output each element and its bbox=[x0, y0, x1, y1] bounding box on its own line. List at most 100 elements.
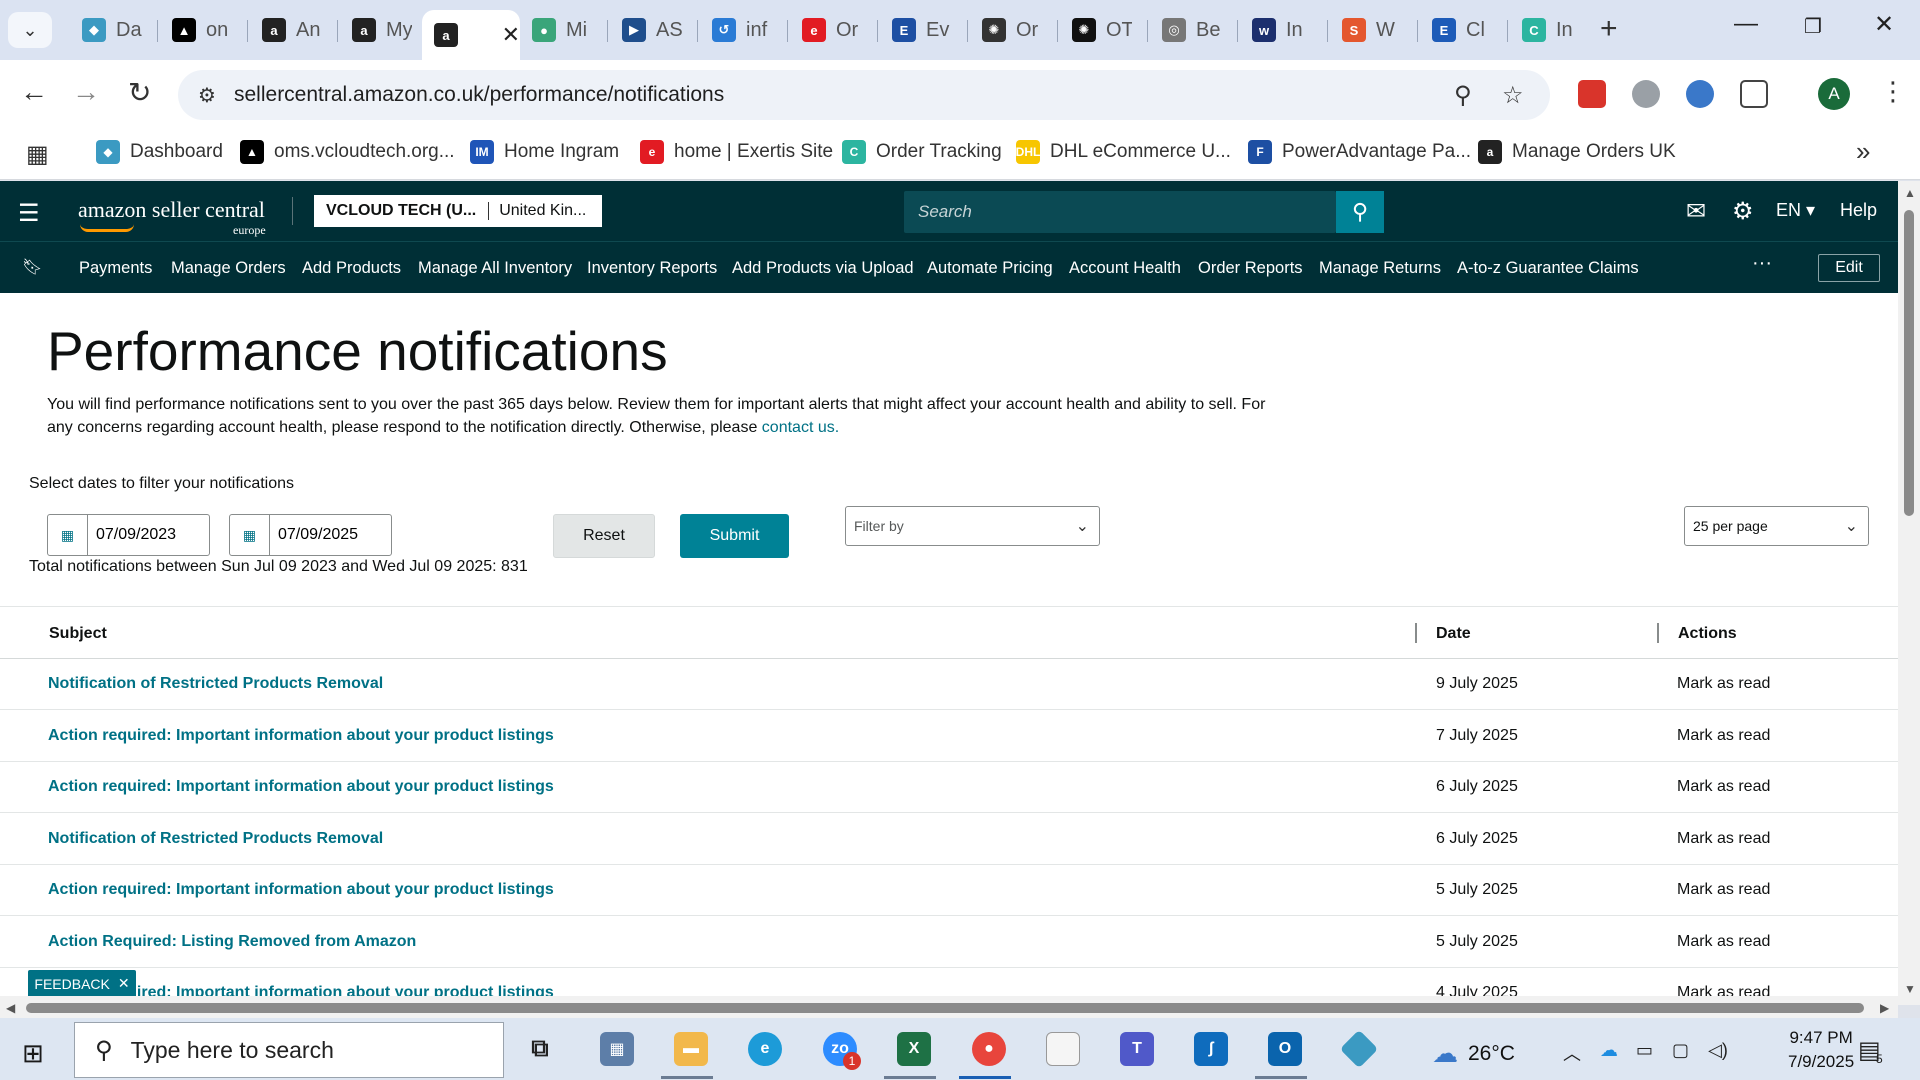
onedrive-icon[interactable]: ☁ bbox=[1600, 1040, 1618, 1061]
bookmark-item[interactable]: ◆ Dashboard bbox=[96, 140, 223, 164]
outlook-icon[interactable]: O bbox=[1268, 1032, 1302, 1066]
browser-tab[interactable]: ◆ Da bbox=[70, 10, 158, 50]
browser-tab[interactable]: ◎ Be bbox=[1150, 10, 1238, 50]
teams-icon[interactable]: T bbox=[1120, 1032, 1154, 1066]
extension-icon[interactable] bbox=[1686, 80, 1714, 108]
forward-button[interactable]: → bbox=[72, 76, 100, 108]
browser-tab[interactable]: a ✕ bbox=[422, 10, 520, 60]
mark-as-read-link[interactable]: Mark as read bbox=[1677, 727, 1770, 745]
dashboard-app-icon[interactable] bbox=[1339, 1029, 1379, 1069]
pdf-extension-icon[interactable] bbox=[1578, 80, 1606, 108]
excel-icon[interactable]: X bbox=[897, 1032, 931, 1066]
close-window-button[interactable]: ✕ bbox=[1874, 10, 1894, 39]
browser-tab[interactable]: SW bbox=[1330, 10, 1418, 50]
column-date[interactable]: Date bbox=[1436, 625, 1471, 643]
file-explorer-icon[interactable]: ▬ bbox=[674, 1032, 708, 1066]
profile-avatar[interactable]: A bbox=[1818, 78, 1850, 110]
calculator-icon[interactable]: ▦ bbox=[600, 1032, 634, 1066]
date-to-input[interactable] bbox=[270, 516, 390, 554]
scroll-up-arrow[interactable]: ▲ bbox=[1904, 186, 1916, 200]
date-from-input[interactable] bbox=[88, 516, 208, 554]
taskbar-search-input[interactable] bbox=[130, 1036, 451, 1064]
bookmark-item[interactable]: ▲ oms.vcloudtech.org... bbox=[240, 140, 455, 164]
browser-tab[interactable]: ✺ Or bbox=[970, 10, 1058, 50]
apps-grid-icon[interactable]: ▦ bbox=[26, 140, 49, 169]
volume-icon[interactable]: ◁) bbox=[1708, 1040, 1728, 1061]
gear-icon[interactable]: ⚙ bbox=[1732, 197, 1754, 226]
restore-button[interactable]: ❐ bbox=[1804, 14, 1822, 39]
nav-item-a-to-z-guarantee-claims[interactable]: A-to-z Guarantee Claims bbox=[1457, 259, 1639, 278]
nav-item-manage-returns[interactable]: Manage Returns bbox=[1319, 259, 1441, 278]
notification-subject-link[interactable]: Action required: Important information a… bbox=[48, 778, 554, 796]
nav-item-account-health[interactable]: Account Health bbox=[1069, 259, 1181, 278]
search-button[interactable]: ⚲ bbox=[1336, 191, 1384, 233]
mark-as-read-link[interactable]: Mark as read bbox=[1677, 830, 1770, 848]
account-switcher[interactable]: VCLOUD TECH (U... United Kin... bbox=[314, 195, 602, 227]
filter-by-select[interactable]: Filter by ⌄ bbox=[845, 506, 1100, 546]
scroll-right-arrow[interactable]: ▶ bbox=[1880, 1001, 1889, 1015]
browser-tab[interactable]: ↺ inf bbox=[700, 10, 788, 50]
contact-us-link[interactable]: contact us. bbox=[762, 419, 839, 436]
puzzle-icon[interactable] bbox=[1740, 80, 1768, 108]
close-tab-icon[interactable]: ✕ bbox=[502, 22, 520, 48]
scroll-left-arrow[interactable]: ◀ bbox=[6, 1001, 15, 1015]
tab-search-button[interactable]: ⌄ bbox=[8, 12, 52, 48]
chevron-up-icon[interactable]: ︿ bbox=[1563, 1040, 1581, 1066]
bookmark-item[interactable]: C Order Tracking bbox=[842, 140, 1002, 164]
globe-extension-icon[interactable] bbox=[1632, 80, 1660, 108]
reload-button[interactable]: ↻ bbox=[128, 76, 151, 109]
edge-icon[interactable]: e bbox=[748, 1032, 782, 1066]
bookmark-item[interactable]: a Manage Orders UK bbox=[1478, 140, 1676, 164]
per-page-select[interactable]: 25 per page ⌄ bbox=[1684, 506, 1869, 546]
battery-icon[interactable]: ▭ bbox=[1636, 1040, 1653, 1061]
address-bar[interactable]: ⚙ sellercentral.amazon.co.uk/performance… bbox=[178, 70, 1550, 120]
system-clock[interactable]: 9:47 PM 7/9/2025 bbox=[1788, 1026, 1854, 1074]
network-icon[interactable]: ▢ bbox=[1672, 1040, 1689, 1061]
notification-subject-link[interactable]: Notification of Restricted Products Remo… bbox=[48, 830, 383, 848]
column-subject[interactable]: Subject bbox=[49, 625, 107, 643]
language-selector[interactable]: EN ▾ bbox=[1776, 200, 1815, 221]
nav-edit-button[interactable]: Edit bbox=[1818, 254, 1880, 282]
chrome-menu-icon[interactable]: ⋮ bbox=[1880, 76, 1906, 107]
mark-as-read-link[interactable]: Mark as read bbox=[1677, 881, 1770, 899]
more-bookmarks-button[interactable]: » bbox=[1856, 136, 1870, 167]
calendar-icon[interactable]: ▦ bbox=[48, 515, 88, 555]
minimize-button[interactable]: — bbox=[1734, 10, 1758, 38]
mark-as-read-link[interactable]: Mark as read bbox=[1677, 778, 1770, 796]
mail-icon[interactable]: ✉ bbox=[1686, 197, 1706, 226]
nav-item-manage-all-inventory[interactable]: Manage All Inventory bbox=[418, 259, 572, 278]
submit-button[interactable]: Submit bbox=[680, 514, 789, 558]
nav-item-automate-pricing[interactable]: Automate Pricing bbox=[927, 259, 1053, 278]
taskbar-search[interactable]: ⚲ bbox=[74, 1022, 504, 1078]
browser-tab[interactable]: C In bbox=[1510, 10, 1598, 50]
search-input[interactable] bbox=[904, 191, 1334, 233]
nav-more-button[interactable]: ··· bbox=[1752, 252, 1772, 275]
browser-tab[interactable]: ✺ OT bbox=[1060, 10, 1148, 50]
browser-tab[interactable]: a An bbox=[250, 10, 338, 50]
notepad-icon[interactable] bbox=[1046, 1032, 1080, 1066]
notification-subject-link[interactable]: Notification of Restricted Products Remo… bbox=[48, 675, 383, 693]
vertical-scroll-thumb[interactable] bbox=[1904, 210, 1914, 516]
windows-start-icon[interactable]: ⊞ bbox=[22, 1038, 44, 1069]
browser-tab[interactable]: w In bbox=[1240, 10, 1328, 50]
notification-subject-link[interactable]: Action required: Important information a… bbox=[48, 727, 554, 745]
back-button[interactable]: ← bbox=[20, 76, 48, 108]
notification-subject-link[interactable]: Action required: Important information a… bbox=[48, 881, 554, 899]
nav-item-order-reports[interactable]: Order Reports bbox=[1198, 259, 1303, 278]
browser-tab[interactable]: ▲ on bbox=[160, 10, 248, 50]
zoom-icon[interactable]: ⚲ bbox=[1454, 81, 1472, 110]
bookmark-item[interactable]: DHL DHL eCommerce U... bbox=[1016, 140, 1231, 164]
help-link[interactable]: Help bbox=[1840, 200, 1877, 221]
script-app-icon[interactable]: ʃ bbox=[1194, 1032, 1228, 1066]
browser-tab[interactable]: e Or bbox=[790, 10, 878, 50]
bookmark-star-icon[interactable]: ☆ bbox=[1502, 81, 1524, 110]
chrome-icon[interactable]: ● bbox=[972, 1032, 1006, 1066]
browser-tab[interactable]: a My bbox=[340, 10, 428, 50]
bookmark-item[interactable]: IM Home Ingram bbox=[470, 140, 619, 164]
site-info-icon[interactable]: ⚙ bbox=[198, 83, 216, 108]
nav-item-manage-orders[interactable]: Manage Orders bbox=[171, 259, 286, 278]
browser-tab[interactable]: E Cl bbox=[1420, 10, 1508, 50]
seller-central-logo[interactable]: amazon seller central europe bbox=[78, 197, 266, 237]
bookmark-item[interactable]: F PowerAdvantage Pa... bbox=[1248, 140, 1471, 164]
notification-subject-link[interactable]: Action Required: Listing Removed from Am… bbox=[48, 933, 416, 951]
